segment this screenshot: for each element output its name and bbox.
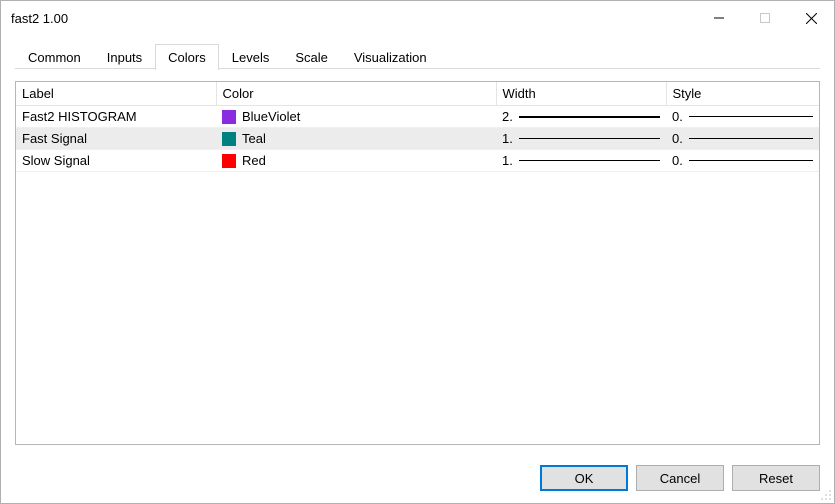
width-value: 1.: [502, 153, 513, 168]
style-sample-icon: [689, 160, 813, 161]
cell-label[interactable]: Fast Signal: [16, 128, 216, 150]
window-title: fast2 1.00: [11, 11, 696, 26]
width-sample-icon: [519, 160, 660, 161]
resize-grip-icon[interactable]: [818, 487, 832, 501]
minimize-button[interactable]: [696, 1, 742, 35]
style-sample-icon: [689, 116, 813, 117]
tab-visualization[interactable]: Visualization: [341, 44, 440, 70]
dialog-window: fast2 1.00 Common Inputs Colors Levels S…: [0, 0, 835, 504]
tab-strip: Common Inputs Colors Levels Scale Visual…: [15, 43, 820, 69]
style-value: 0.: [672, 153, 683, 168]
width-sample-icon: [519, 116, 660, 118]
tab-colors[interactable]: Colors: [155, 44, 219, 70]
dialog-body: Common Inputs Colors Levels Scale Visual…: [1, 35, 834, 455]
window-controls: [696, 1, 834, 35]
cell-color[interactable]: Red: [216, 150, 496, 172]
tab-inputs[interactable]: Inputs: [94, 44, 155, 70]
color-name: Teal: [242, 131, 266, 146]
tab-levels[interactable]: Levels: [219, 44, 283, 70]
width-value: 2.: [502, 109, 513, 124]
cell-label[interactable]: Fast2 HISTOGRAM: [16, 106, 216, 128]
tab-common[interactable]: Common: [15, 44, 94, 70]
dialog-footer: OK Cancel Reset: [1, 455, 834, 503]
cell-style[interactable]: 0.: [666, 150, 819, 172]
cell-width[interactable]: 1.: [496, 150, 666, 172]
cell-width[interactable]: 1.: [496, 128, 666, 150]
cell-color[interactable]: Teal: [216, 128, 496, 150]
width-sample-icon: [519, 138, 660, 139]
cell-color[interactable]: BlueViolet: [216, 106, 496, 128]
table-row[interactable]: Fast2 HISTOGRAM BlueViolet 2. 0.: [16, 106, 819, 128]
ok-button[interactable]: OK: [540, 465, 628, 491]
table-row[interactable]: Slow Signal Red 1. 0.: [16, 150, 819, 172]
style-sample-icon: [689, 138, 813, 139]
colors-table: Label Color Width Style Fast2 HISTOGRAM B…: [15, 81, 820, 445]
close-button[interactable]: [788, 1, 834, 35]
title-bar: fast2 1.00: [1, 1, 834, 35]
cell-width[interactable]: 2.: [496, 106, 666, 128]
tab-scale[interactable]: Scale: [282, 44, 341, 70]
color-name: BlueViolet: [242, 109, 300, 124]
col-header-width[interactable]: Width: [496, 82, 666, 106]
cancel-button[interactable]: Cancel: [636, 465, 724, 491]
row-label: Fast Signal: [22, 131, 87, 146]
style-value: 0.: [672, 109, 683, 124]
style-value: 0.: [672, 131, 683, 146]
row-label: Fast2 HISTOGRAM: [22, 109, 137, 124]
cell-style[interactable]: 0.: [666, 128, 819, 150]
color-name: Red: [242, 153, 266, 168]
col-header-color[interactable]: Color: [216, 82, 496, 106]
width-value: 1.: [502, 131, 513, 146]
reset-button[interactable]: Reset: [732, 465, 820, 491]
color-swatch-icon: [222, 110, 236, 124]
col-header-style[interactable]: Style: [666, 82, 819, 106]
color-swatch-icon: [222, 154, 236, 168]
cell-label[interactable]: Slow Signal: [16, 150, 216, 172]
table-row[interactable]: Fast Signal Teal 1. 0.: [16, 128, 819, 150]
cell-style[interactable]: 0.: [666, 106, 819, 128]
color-swatch-icon: [222, 132, 236, 146]
row-label: Slow Signal: [22, 153, 90, 168]
maximize-button: [742, 1, 788, 35]
col-header-label[interactable]: Label: [16, 82, 216, 106]
